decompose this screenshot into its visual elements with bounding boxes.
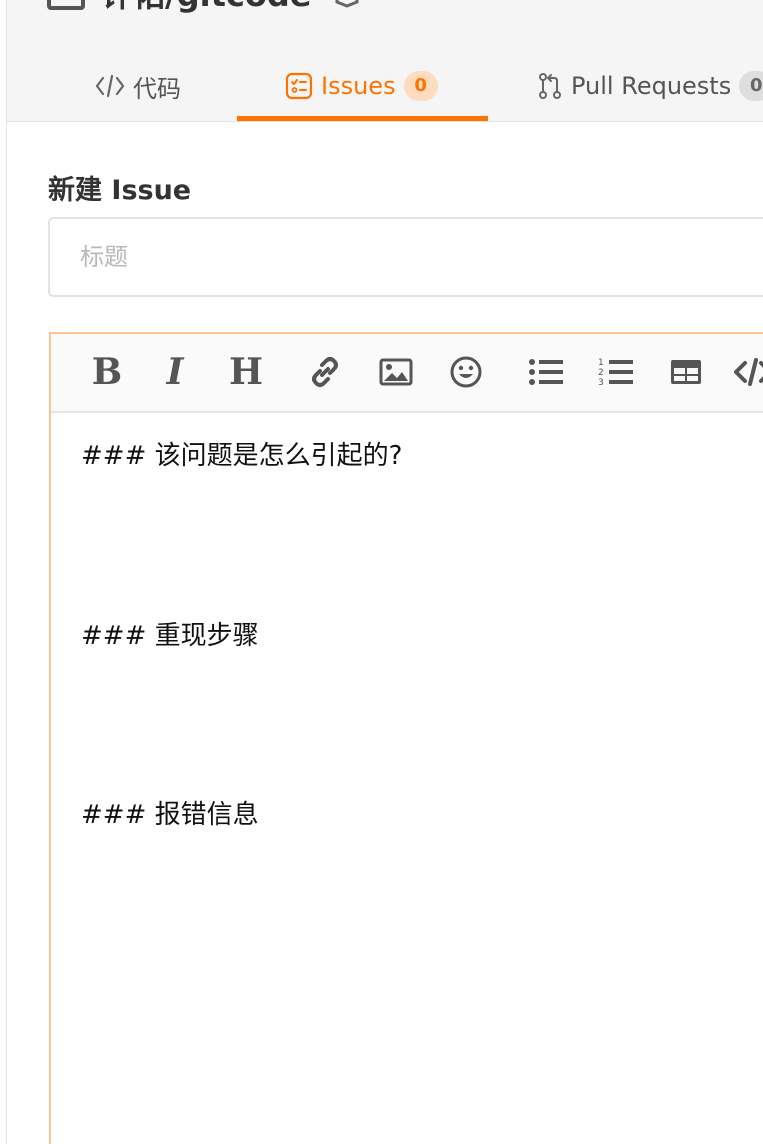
repo-icon — [47, 0, 85, 10]
tab-code-label: 代码 — [133, 74, 181, 103]
repo-title-row: 许佑/gitcode — [47, 0, 367, 16]
tab-issues-label: Issues — [321, 72, 396, 100]
italic-button[interactable]: I — [155, 352, 195, 392]
link-icon — [307, 354, 343, 390]
image-icon — [379, 357, 413, 387]
repo-tabs: 代码 Issues 0 Pull Requests 0 — [7, 50, 763, 122]
editor-textarea[interactable]: ### 该问题是怎么引起的? ### 重现步骤 ### 报错信息 — [51, 413, 763, 1144]
page: 许佑/gitcode 代码 — [0, 0, 763, 1144]
italic-icon: I — [166, 351, 184, 393]
svg-text:2: 2 — [598, 368, 604, 378]
link-button[interactable] — [305, 352, 345, 392]
editor-line-steps: ### 重现步骤 — [81, 621, 259, 651]
pull-request-icon — [537, 72, 563, 100]
tab-pull-requests[interactable]: Pull Requests 0 — [537, 50, 763, 122]
emoji-button[interactable] — [446, 352, 486, 392]
active-tab-indicator — [237, 116, 488, 121]
numbered-list-icon: 1 2 3 — [598, 356, 634, 388]
issue-title-input[interactable] — [48, 217, 763, 297]
editor-line-error: ### 报错信息 — [81, 800, 259, 830]
svg-text:1: 1 — [598, 358, 604, 368]
issues-count-badge: 0 — [403, 71, 438, 101]
page-title: 新建 Issue — [48, 175, 192, 206]
bold-icon: B — [91, 351, 123, 393]
bullet-list-button[interactable] — [526, 352, 566, 392]
repo-badge-icon — [327, 0, 367, 8]
editor-line-cause: ### 该问题是怎么引起的? — [81, 441, 403, 471]
emoji-icon — [449, 355, 483, 389]
tab-code[interactable]: 代码 — [95, 50, 181, 122]
bold-button[interactable]: B — [87, 352, 127, 392]
markdown-editor: B I H 1 2 3 ### 该问题是怎么引起的? ### 重现步骤 ### … — [49, 332, 763, 1144]
left-divider — [6, 0, 7, 1144]
repo-header: 许佑/gitcode 代码 — [7, 0, 763, 122]
repo-name[interactable]: 许佑/gitcode — [101, 0, 311, 16]
code-block-button[interactable] — [733, 352, 763, 392]
tab-pull-requests-label: Pull Requests — [571, 72, 732, 100]
bullet-list-icon — [528, 357, 564, 387]
tab-issues[interactable]: Issues 0 — [285, 50, 438, 122]
numbered-list-button[interactable]: 1 2 3 — [596, 352, 636, 392]
heading-button[interactable]: H — [226, 352, 266, 392]
code-block-icon — [733, 356, 763, 388]
pull-requests-count-badge: 0 — [739, 71, 763, 101]
image-button[interactable] — [376, 352, 416, 392]
table-icon — [669, 357, 703, 387]
code-icon — [95, 73, 125, 99]
issues-icon — [285, 72, 313, 100]
table-button[interactable] — [666, 352, 706, 392]
svg-text:3: 3 — [598, 378, 604, 388]
editor-toolbar: B I H 1 2 3 — [51, 334, 763, 413]
heading-icon: H — [228, 351, 263, 393]
